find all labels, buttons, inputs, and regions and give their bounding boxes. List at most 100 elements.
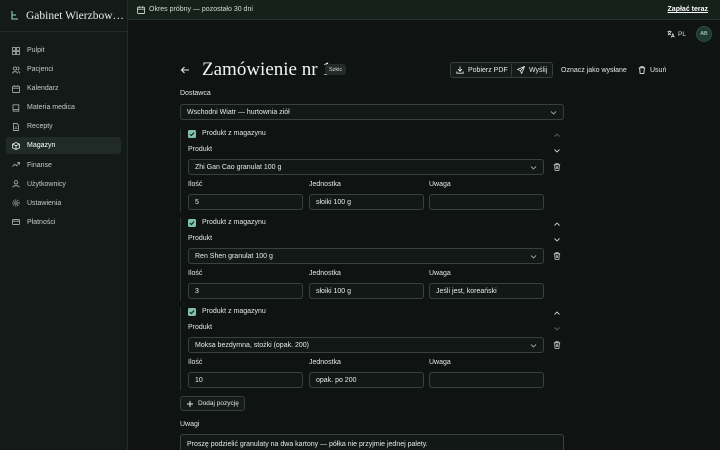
product-label: Produkt: [188, 235, 213, 242]
product-select[interactable]: Ren Shen granulat 100 g: [188, 248, 544, 264]
sidebar-item-label: Pulpit: [27, 47, 45, 54]
order-line: Produkt z magazynu Produkt Moksa bezdymn…: [180, 307, 570, 392]
download-pdf-button[interactable]: Pobierz PDF: [450, 62, 514, 78]
package-icon: [12, 141, 20, 150]
unit-label: Jednostka: [309, 181, 341, 188]
back-arrow-icon[interactable]: [180, 65, 190, 75]
calendar-icon: [12, 84, 20, 93]
brand[interactable]: Gabinet Wierzbow…: [0, 0, 127, 32]
qty-input[interactable]: 10: [188, 372, 303, 388]
sidebar-item-label: Ustawienia: [27, 199, 62, 207]
send-label: Wyślij: [529, 66, 548, 74]
from-stock-label: Produkt z magazynu: [202, 308, 266, 315]
qty-input[interactable]: 5: [188, 194, 303, 210]
pay-now-link[interactable]: Zapłać teraz: [668, 6, 708, 13]
notes-textarea[interactable]: Proszę podzielić granulaty na dwa karton…: [180, 434, 564, 450]
product-value: Zhi Gan Cao granulat 100 g: [195, 163, 282, 171]
trial-banner: Okres próbny — pozostało 30 dni Zapłać t…: [128, 0, 720, 20]
sidebar-item-ustawienia[interactable]: Ustawienia: [6, 195, 121, 212]
delete-order-button[interactable]: Usuń: [632, 62, 672, 78]
note-label: Uwaga: [429, 359, 451, 366]
mark-sent-label: Oznacz jako wysłane: [561, 66, 627, 74]
chevron-down-icon: [550, 109, 557, 116]
product-label: Produkt: [188, 146, 213, 153]
sidebar-item-label: Materia medica: [27, 104, 75, 112]
chevron-down-icon[interactable]: [553, 147, 561, 155]
qty-label: Ilość: [188, 270, 203, 277]
sidebar-item-finanse[interactable]: Finanse: [6, 157, 121, 174]
note-input[interactable]: [429, 194, 544, 210]
chevron-up-icon[interactable]: [553, 220, 561, 228]
add-line-button[interactable]: Dodaj pozycję: [180, 396, 245, 411]
from-stock-label: Produkt z magazynu: [202, 219, 266, 226]
mark-sent-button[interactable]: Oznacz jako wysłane: [555, 62, 633, 78]
user-group-icon: [12, 180, 20, 188]
unit-input[interactable]: słoiki 100 g: [309, 194, 424, 210]
note-input[interactable]: Jeśli jest, koreański: [429, 283, 544, 299]
product-select[interactable]: Zhi Gan Cao granulat 100 g: [188, 159, 544, 175]
sidebar-item-platnosci[interactable]: Płatności: [6, 214, 121, 231]
status-badge: Szkic: [325, 64, 347, 75]
chevron-down-icon[interactable]: [553, 236, 561, 244]
chevron-down-icon: [530, 253, 537, 260]
order-header: Zamówienie nr 1 Szkic Pobierz PDF Wyślij…: [180, 58, 670, 84]
product-select[interactable]: Moksa bezdymna, stożki (opak. 200): [188, 337, 544, 353]
page-title: Zamówienie nr 1: [202, 59, 332, 80]
add-line-label: Dodaj pozycję: [198, 400, 239, 407]
unit-input[interactable]: opak. po 200: [309, 372, 424, 388]
product-value: Moksa bezdymna, stożki (opak. 200): [195, 341, 309, 349]
sidebar-item-pacjenci[interactable]: Pacjenci: [6, 61, 121, 78]
book-icon: [12, 104, 20, 112]
card-icon: [12, 218, 20, 226]
unit-label: Jednostka: [309, 359, 341, 366]
sidebar-item-uzytkownicy[interactable]: Użytkownicy: [6, 176, 121, 193]
topbar: PL AB: [128, 20, 720, 48]
trash-icon[interactable]: [553, 252, 561, 260]
sidebar-item-recepty[interactable]: Recepty: [6, 118, 121, 135]
calendar-icon: [137, 5, 145, 14]
chevron-up-icon: [553, 131, 561, 139]
note-label: Uwaga: [429, 270, 451, 277]
note-input[interactable]: [429, 372, 544, 388]
qty-input[interactable]: 3: [188, 283, 303, 299]
sidebar-item-magazyn[interactable]: Magazyn: [6, 137, 121, 155]
sidebar-item-label: Finanse: [27, 161, 52, 169]
from-stock-checkbox[interactable]: [188, 130, 196, 138]
from-stock-checkbox[interactable]: [188, 308, 196, 316]
sidebar-item-materia-medica[interactable]: Materia medica: [6, 99, 121, 116]
sidebar-item-kalendarz[interactable]: Kalendarz: [6, 80, 121, 97]
gear-icon: [12, 199, 20, 207]
sidebar-item-label: Magazyn: [27, 142, 56, 150]
send-button[interactable]: Wyślij: [511, 62, 554, 78]
sidebar-item-label: Płatności: [27, 218, 56, 226]
line-divider: [180, 307, 181, 390]
qty-label: Ilość: [188, 181, 203, 188]
sidebar-nav: Pulpit Pacjenci Kalendarz Materia medica…: [0, 32, 127, 231]
app-name: Gabinet Wierzbow…: [26, 9, 125, 22]
trash-icon: [638, 66, 646, 74]
from-stock-checkbox[interactable]: [188, 219, 196, 227]
order-line: Produkt z magazynu Produkt Zhi Gan Cao g…: [180, 129, 570, 214]
chevron-down-icon: [530, 164, 537, 171]
sidebar-item-label: Użytkownicy: [27, 180, 66, 188]
translate-icon: [667, 30, 675, 38]
supplier-select[interactable]: Wschodni Wiatr — hurtownia ziół: [180, 104, 564, 120]
sidebar-item-pulpit[interactable]: Pulpit: [6, 42, 121, 59]
send-icon: [517, 66, 525, 74]
sidebar: Gabinet Wierzbow… Pulpit Pacjenci Kalend…: [0, 0, 128, 450]
trash-icon[interactable]: [553, 163, 561, 171]
qty-label: Ilość: [188, 359, 203, 366]
avatar[interactable]: AB: [696, 26, 712, 42]
language-code: PL: [678, 30, 686, 38]
language-switcher[interactable]: PL: [667, 30, 686, 38]
unit-input[interactable]: słoiki 100 g: [309, 283, 424, 299]
chevron-down-icon: [553, 325, 561, 333]
from-stock-label: Produkt z magazynu: [202, 130, 266, 137]
delete-order-label: Usuń: [650, 66, 667, 74]
order-line: Produkt z magazynu Produkt Ren Shen gran…: [180, 218, 570, 303]
trash-icon[interactable]: [553, 341, 561, 349]
plus-icon: [186, 400, 194, 408]
supplier-label: Dostawca: [180, 90, 211, 97]
dashboard-icon: [12, 46, 20, 55]
chevron-up-icon[interactable]: [553, 309, 561, 317]
